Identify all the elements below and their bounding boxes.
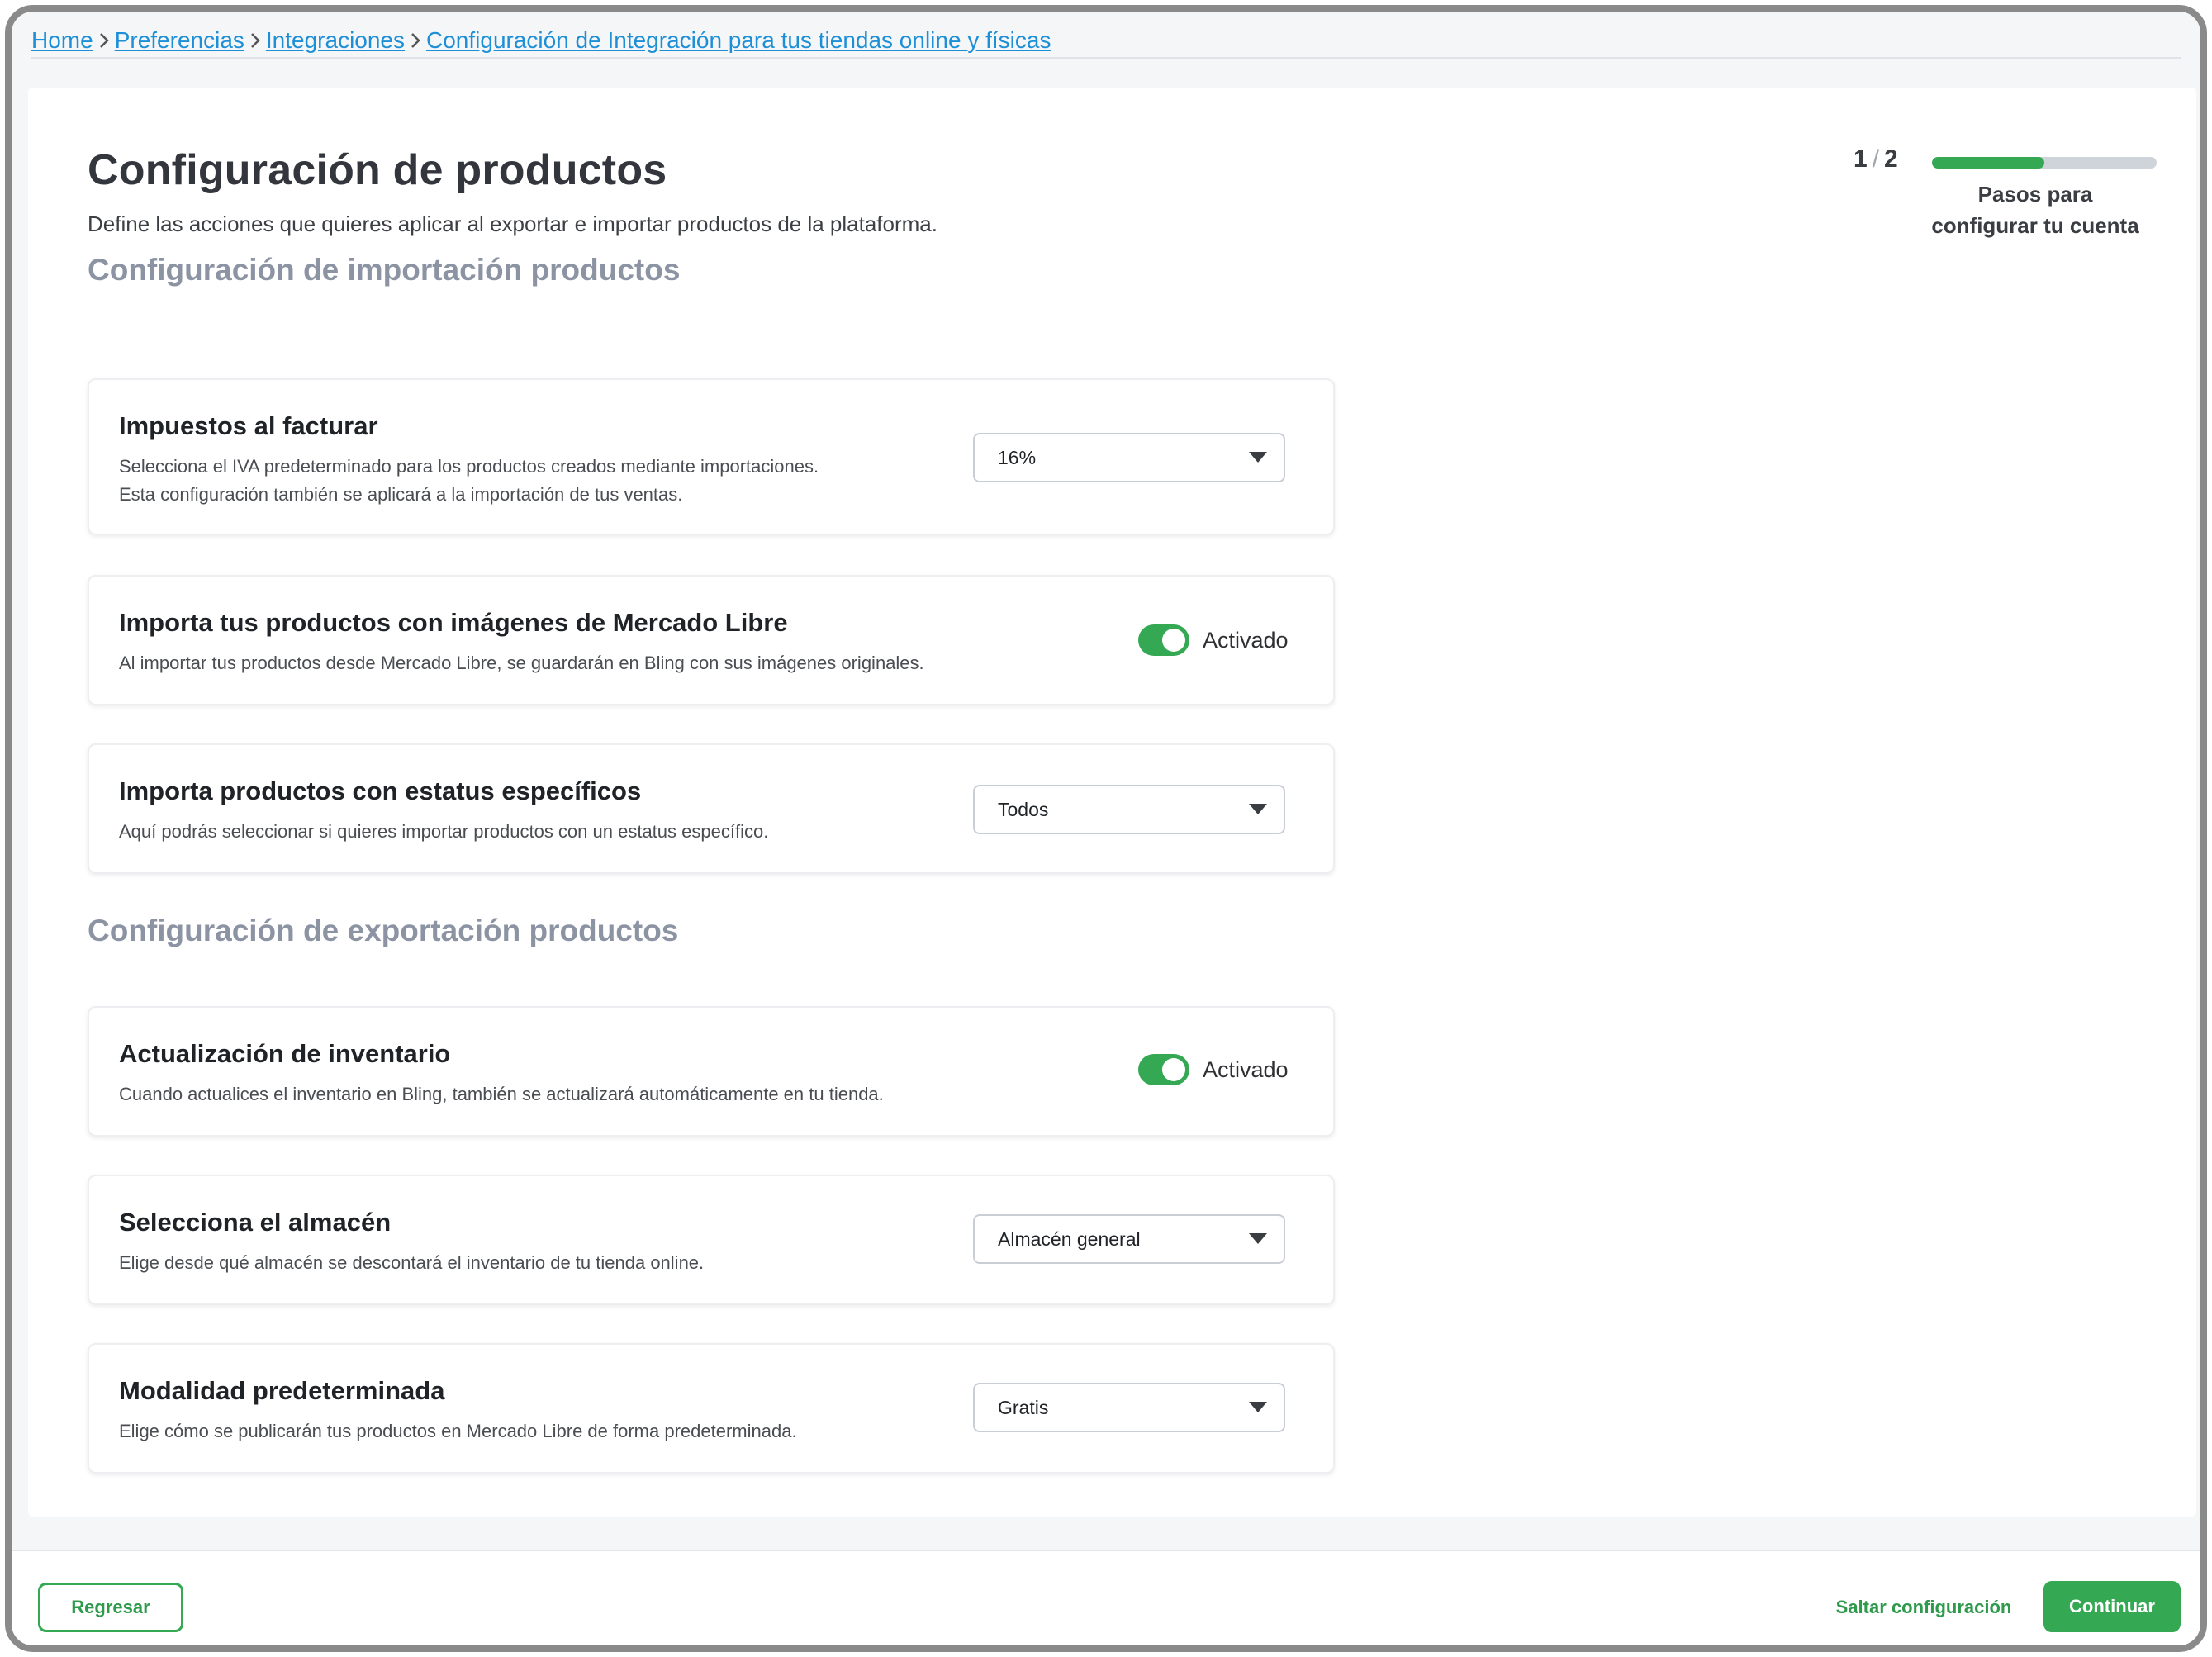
modality-setting-card: Modalidad predeterminada Elige cómo se p…: [88, 1343, 1335, 1474]
toggle-knob: [1162, 1058, 1185, 1081]
progress-bar-fill: [1932, 157, 2044, 169]
breadcrumb-preferences-link[interactable]: Preferencias: [115, 27, 244, 54]
setup-progress: 1/2 Pasos para configurar tu cuenta: [1854, 145, 2184, 261]
page-title: Configuración de productos: [88, 146, 667, 194]
caret-down-icon: [1249, 1233, 1267, 1244]
back-button[interactable]: Regresar: [38, 1583, 183, 1632]
chevron-right-icon: [410, 32, 421, 49]
images-toggle-label: Activado: [1203, 627, 1289, 653]
progress-label-line2: configurar tu cuenta: [1931, 213, 2139, 238]
status-select-value: Todos: [998, 798, 1049, 820]
chevron-right-icon: [249, 32, 261, 49]
modality-select-value: Gratis: [998, 1396, 1049, 1418]
inventory-toggle[interactable]: [1138, 1054, 1189, 1085]
caret-down-icon: [1249, 804, 1267, 814]
inventory-setting-card: Actualización de inventario Cuando actua…: [88, 1006, 1335, 1137]
breadcrumb-integration-config-link[interactable]: Configuración de Integración para tus ti…: [426, 27, 1051, 54]
inventory-setting-description: Cuando actualices el inventario en Bling…: [119, 1084, 884, 1104]
modality-setting-description: Elige cómo se publicarán tus productos e…: [119, 1421, 797, 1441]
progress-label: Pasos para configurar tu cuenta: [1911, 178, 2159, 241]
footer-actions: Regresar Saltar configuración Continuar: [12, 1550, 2200, 1645]
taxes-select-value: 16%: [998, 446, 1037, 468]
images-toggle-group: Activado: [1138, 624, 1289, 656]
breadcrumb-home-link[interactable]: Home: [31, 27, 93, 54]
warehouse-select-value: Almacén general: [998, 1227, 1141, 1250]
modality-setting-title: Modalidad predeterminada: [119, 1376, 445, 1405]
taxes-select[interactable]: 16%: [973, 433, 1285, 482]
progress-total: 2: [1884, 145, 1898, 173]
breadcrumb: Home Preferencias Integraciones Configur…: [31, 27, 2181, 59]
continue-button[interactable]: Continuar: [2043, 1581, 2181, 1632]
progress-current: 1: [1854, 145, 1868, 173]
taxes-setting-card: Impuestos al facturar Selecciona el IVA …: [88, 378, 1335, 535]
caret-down-icon: [1249, 452, 1267, 463]
taxes-setting-title: Impuestos al facturar: [119, 411, 378, 440]
page-subtitle: Define las acciones que quieres aplicar …: [88, 211, 937, 236]
inventory-toggle-group: Activado: [1138, 1054, 1289, 1085]
progress-bar: [1932, 157, 2157, 169]
app-window: Home Preferencias Integraciones Configur…: [5, 5, 2207, 1652]
images-setting-title: Importa tus productos con imágenes de Me…: [119, 608, 788, 637]
images-setting-card: Importa tus productos con imágenes de Me…: [88, 575, 1335, 705]
inventory-toggle-label: Activado: [1203, 1056, 1289, 1082]
status-setting-card: Importa productos con estatus específico…: [88, 743, 1335, 874]
status-setting-description: Aquí podrás seleccionar si quieres impor…: [119, 821, 769, 842]
toggle-knob: [1162, 629, 1185, 652]
warehouse-setting-description: Elige desde qué almacén se descontará el…: [119, 1252, 705, 1273]
taxes-desc-line2: Esta configuración también se aplicará a…: [119, 484, 683, 505]
warehouse-select[interactable]: Almacén general: [973, 1214, 1285, 1264]
skip-config-button[interactable]: Saltar configuración: [1820, 1583, 2027, 1632]
images-toggle[interactable]: [1138, 624, 1189, 656]
images-setting-description: Al importar tus productos desde Mercado …: [119, 653, 924, 673]
inventory-setting-title: Actualización de inventario: [119, 1039, 451, 1068]
taxes-desc-line1: Selecciona el IVA predeterminado para lo…: [119, 456, 819, 477]
progress-step-count: 1/2: [1854, 145, 1898, 173]
export-section-title: Configuración de exportación productos: [88, 914, 679, 947]
import-section-title: Configuración de importación productos: [88, 253, 681, 287]
product-config-panel: Configuración de productos Define las ac…: [28, 88, 2196, 1517]
taxes-setting-description: Selecciona el IVA predeterminado para lo…: [119, 453, 819, 509]
caret-down-icon: [1249, 1402, 1267, 1412]
status-setting-title: Importa productos con estatus específico…: [119, 776, 642, 805]
progress-label-line1: Pasos para: [1977, 182, 2093, 207]
modality-select[interactable]: Gratis: [973, 1383, 1285, 1432]
warehouse-setting-card: Selecciona el almacén Elige desde qué al…: [88, 1175, 1335, 1305]
progress-separator: /: [1872, 145, 1880, 173]
chevron-right-icon: [98, 32, 110, 49]
breadcrumb-integrations-link[interactable]: Integraciones: [266, 27, 405, 54]
warehouse-setting-title: Selecciona el almacén: [119, 1208, 392, 1237]
status-select[interactable]: Todos: [973, 785, 1285, 834]
